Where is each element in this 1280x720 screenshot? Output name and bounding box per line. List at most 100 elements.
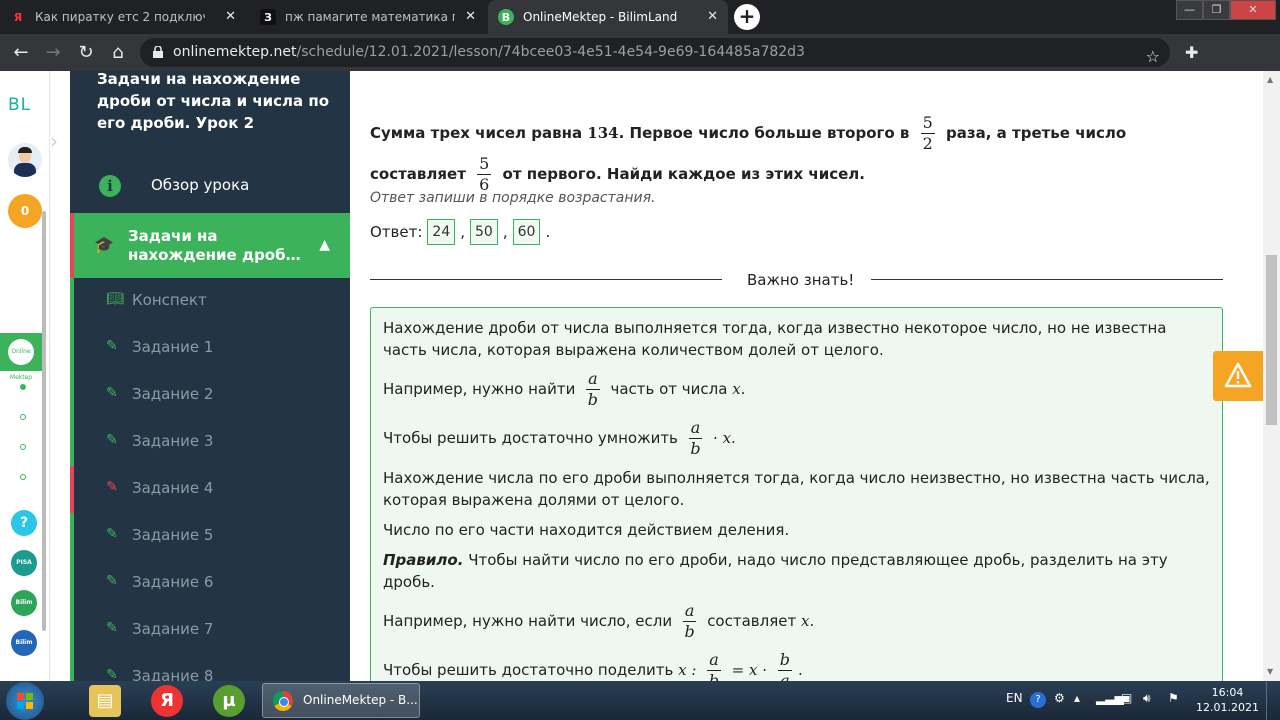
item-label: Задание 6	[132, 573, 214, 591]
fraction-a-b: ab	[688, 418, 703, 459]
close-tab-icon[interactable]: ✕	[707, 9, 718, 24]
tray-tools-icon[interactable]: ⚙	[1054, 691, 1065, 705]
sidebar-item-task-5[interactable]: ✎ Задание 5	[70, 513, 350, 560]
bilimbook-icon[interactable]: Bilim Book	[11, 630, 37, 672]
signal-icon[interactable]: ▂▃▅	[1096, 691, 1124, 705]
tab-1[interactable]: Я Как пиратку етс 2 подключить к ✕	[0, 0, 246, 34]
fraction-a-b: ab	[586, 369, 600, 410]
reload-button[interactable]: ↻	[75, 42, 97, 64]
help-tray-icon[interactable]: ?	[1030, 692, 1046, 708]
sidebar-item-task-1[interactable]: ✎ Задание 1	[70, 325, 350, 372]
task-text: . Первое число больше второго в	[618, 124, 910, 142]
left-rail: BL 0 Online Mektep ? PISA Bilim Land Bil…	[0, 71, 50, 681]
back-button[interactable]: ←	[10, 42, 32, 64]
answer-input-2[interactable]: 50	[470, 219, 498, 245]
task-text: от первого. Найди каждое из этих чисел.	[502, 165, 865, 183]
sidebar-item-task-4[interactable]: ✎ Задание 4	[70, 466, 350, 513]
sidebar-item-task-8[interactable]: ✎ Задание 8	[70, 654, 350, 681]
browser-tab-bar: Я Как пиратку етс 2 подключить к ✕ З пж …	[0, 0, 1280, 34]
browser-toolbar: ← → ↻ ⌂ onlinemektep.net/schedule/12.01.…	[0, 34, 1280, 99]
tab-onlinemektep[interactable]: B OnlineMektep - BilimLand ✕	[488, 0, 728, 34]
minimize-button[interactable]: —	[1176, 0, 1203, 20]
tab-2[interactable]: З пж памагите математика пж20 б ✕	[250, 0, 486, 34]
bilimland-icon: B	[498, 9, 514, 25]
info-paragraph-example-2: Например, нужно найти число, если ab сос…	[383, 601, 815, 641]
show-desktop-button[interactable]	[1266, 681, 1280, 720]
nav-dot[interactable]	[20, 444, 26, 450]
home-button[interactable]: ⌂	[107, 42, 129, 64]
bl-logo[interactable]: BL	[8, 95, 31, 115]
utorrent-icon[interactable]: µ	[213, 685, 245, 717]
yandex-browser-icon[interactable]: Я	[151, 685, 183, 717]
info-paragraph: Число по его части находится действием д…	[383, 521, 790, 539]
extensions-icon[interactable]: ✚	[1185, 43, 1198, 62]
edit-icon: ✎	[106, 432, 118, 448]
item-label: Задание 1	[132, 338, 214, 356]
taskbar-chrome-app[interactable]: OnlineMektep - B...	[262, 683, 420, 718]
answer-input-3[interactable]: 60	[512, 219, 541, 245]
info-paragraph-solution-2: Чтобы решить достаточно поделить x : ab …	[383, 650, 1210, 681]
restore-button[interactable]: ❐	[1203, 0, 1230, 20]
important-info-box: Нахождение дроби от числа выполняется то…	[370, 307, 1223, 681]
fraction-numerator: b	[777, 650, 793, 671]
nav-dot[interactable]	[20, 474, 26, 480]
fraction-numerator: a	[682, 601, 697, 622]
fraction-b-a: ba	[777, 650, 793, 681]
windows-taskbar: ▤ Я µ OnlineMektep - B... EN ? ⚙ ▴ ▂▃▅ ▣…	[0, 681, 1280, 720]
sidebar-item-task-2[interactable]: ✎ Задание 2	[70, 372, 350, 419]
close-tab-icon[interactable]: ✕	[225, 9, 236, 24]
online-mektep-link[interactable]: Online Mektep	[0, 333, 43, 381]
system-clock[interactable]: 16:04 12.01.2021	[1196, 685, 1259, 715]
sidebar-item-konspekt[interactable]: 📖︎ Конспект	[70, 278, 350, 325]
lesson-sidebar: Задачи на нахождение дроби от числа и чи…	[70, 71, 350, 681]
sidebar-item-task-6[interactable]: ✎ Задание 6	[70, 560, 350, 607]
coins-badge[interactable]: 0	[8, 194, 42, 228]
scroll-thumb[interactable]	[1266, 255, 1277, 425]
close-window-button[interactable]: ✕	[1230, 0, 1276, 20]
device-icon[interactable]: ▣	[1121, 691, 1132, 705]
answer-input-1[interactable]: 24	[427, 219, 456, 245]
section-label: Задачи на нахождение дроб…	[128, 227, 301, 264]
sidebar-section-active[interactable]: 🎓 Задачи на нахождение дроб… ▲	[70, 213, 350, 278]
start-button[interactable]	[6, 682, 44, 720]
fraction-numerator: a	[688, 418, 703, 439]
explorer-icon[interactable]: ▤	[89, 685, 121, 717]
report-warning-button[interactable]	[1213, 351, 1263, 401]
answer-row: Ответ: 24, 50, 60.	[370, 219, 550, 245]
help-icon[interactable]: ?	[11, 510, 37, 536]
bilimland-link-icon[interactable]: Bilim Land	[11, 590, 37, 632]
sidebar-item-overview[interactable]: i Обзор урока	[70, 161, 350, 211]
page-scrollbar[interactable]: ▲ ▼	[1263, 71, 1280, 681]
info-text: Чтобы решить достаточно умножить	[383, 429, 678, 447]
edit-icon: ✎	[106, 385, 118, 401]
forward-button[interactable]: →	[42, 42, 64, 64]
sidebar-item-task-3[interactable]: ✎ Задание 3	[70, 419, 350, 466]
info-paragraph: Нахождение числа по его дроби выполняетс…	[383, 469, 1210, 509]
user-avatar[interactable]	[8, 143, 42, 177]
edit-icon: ✎	[106, 526, 118, 542]
pisa-icon[interactable]: PISA	[11, 550, 37, 576]
scroll-down-icon[interactable]: ▼	[1267, 667, 1273, 676]
close-tab-icon[interactable]: ✕	[465, 9, 476, 24]
nav-dot[interactable]	[20, 414, 26, 420]
collapse-chevron-icon[interactable]: ›	[50, 124, 70, 158]
chrome-icon	[273, 691, 293, 711]
nav-dot[interactable]	[20, 384, 26, 390]
math-var: x	[722, 429, 732, 447]
rail-scrollbar[interactable]	[42, 211, 46, 631]
clock-date: 12.01.2021	[1196, 701, 1259, 714]
address-bar[interactable]: onlinemektep.net/schedule/12.01.2021/les…	[140, 38, 1170, 67]
overview-label: Обзор урока	[151, 176, 250, 194]
language-indicator[interactable]: EN	[1006, 691, 1023, 705]
bookmark-star-icon[interactable]: ☆	[1146, 42, 1160, 71]
fraction-denominator: 2	[922, 134, 933, 153]
new-tab-button[interactable]: +	[734, 4, 760, 30]
chevron-up-icon[interactable]: ▲	[319, 237, 330, 253]
tray-expand-icon[interactable]: ▴	[1074, 691, 1080, 705]
volume-icon[interactable]: 🔊︎	[1143, 691, 1151, 706]
answer-hint: Ответ запиши в порядке возрастания.	[370, 190, 656, 206]
network-icon[interactable]: ⚑	[1168, 691, 1179, 705]
scroll-up-icon[interactable]: ▲	[1267, 75, 1273, 84]
tab-title: Как пиратку етс 2 подключить к	[35, 10, 205, 24]
sidebar-item-task-7[interactable]: ✎ Задание 7	[70, 607, 350, 654]
